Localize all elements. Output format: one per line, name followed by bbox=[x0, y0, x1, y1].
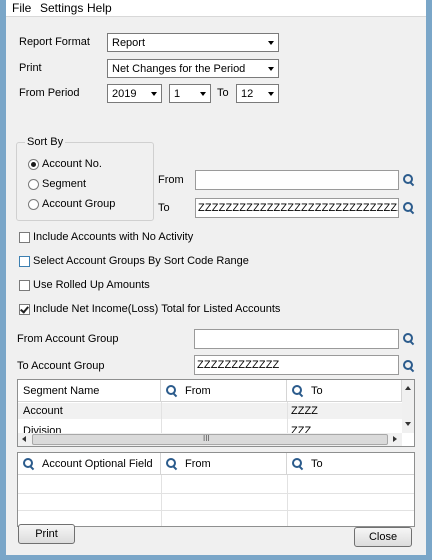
column-header-from[interactable]: From bbox=[161, 453, 287, 475]
dialog-body: Report Format Report Print Net Changes f… bbox=[6, 17, 426, 555]
chevron-down-icon bbox=[200, 92, 206, 96]
column-header-from[interactable]: From bbox=[161, 380, 287, 402]
column-header-segment-name[interactable]: Segment Name bbox=[18, 380, 161, 402]
grid-row-divider bbox=[18, 510, 414, 511]
report-format-select[interactable]: Report bbox=[107, 33, 279, 52]
segment-name-cell: Account bbox=[23, 405, 63, 417]
search-icon bbox=[165, 384, 179, 398]
to-period-select[interactable]: 12 bbox=[236, 84, 279, 103]
report-format-label: Report Format bbox=[19, 36, 90, 48]
menu-file[interactable]: File bbox=[12, 1, 31, 15]
to-period-value: 12 bbox=[241, 88, 254, 100]
to-account-group-label: To Account Group bbox=[17, 360, 105, 372]
report-format-value: Report bbox=[112, 37, 146, 49]
sort-from-input[interactable] bbox=[195, 170, 399, 190]
grid-column-divider bbox=[287, 475, 288, 526]
from-account-group-label: From Account Group bbox=[17, 333, 119, 345]
print-value: Net Changes for the Period bbox=[112, 63, 246, 75]
sort-to-input[interactable]: ZZZZZZZZZZZZZZZZZZZZZZZZZZZZZZZZZZZZZZZZ… bbox=[195, 198, 399, 218]
checkbox-select-by-sort-code-label[interactable]: Select Account Groups By Sort Code Range bbox=[33, 255, 249, 267]
radio-segment[interactable] bbox=[28, 179, 39, 190]
to-account-group-input[interactable]: ZZZZZZZZZZZZ bbox=[194, 355, 399, 375]
column-header-label: To bbox=[311, 385, 323, 397]
column-header-label: To bbox=[311, 458, 323, 470]
radio-segment-label[interactable]: Segment bbox=[42, 178, 86, 190]
radio-selected-dot bbox=[31, 162, 36, 167]
checkbox-include-no-activity-label[interactable]: Include Accounts with No Activity bbox=[33, 231, 193, 243]
year-select[interactable]: 2019 bbox=[107, 84, 162, 103]
segment-to-cell[interactable]: ZZZZ bbox=[291, 405, 318, 417]
column-header-label: Segment Name bbox=[23, 385, 100, 397]
chevron-down-icon bbox=[268, 41, 274, 45]
column-header-label: From bbox=[185, 458, 211, 470]
menu-settings[interactable]: Settings bbox=[40, 1, 83, 15]
grid-column-divider bbox=[287, 402, 288, 434]
column-header-optional-field[interactable]: Account Optional Field bbox=[18, 453, 161, 475]
print-label: Print bbox=[19, 62, 42, 74]
search-icon bbox=[291, 384, 305, 398]
from-period-value: 1 bbox=[174, 88, 181, 100]
search-icon bbox=[291, 457, 305, 471]
print-button[interactable]: Print bbox=[18, 524, 75, 544]
search-icon[interactable] bbox=[402, 201, 416, 215]
optional-field-grid[interactable]: Account Optional Field From To bbox=[17, 452, 415, 527]
checkbox-net-income-label[interactable]: Include Net Income(Loss) Total for Liste… bbox=[33, 303, 280, 315]
close-button[interactable]: Close bbox=[354, 527, 412, 547]
checkbox-rolled-up-label[interactable]: Use Rolled Up Amounts bbox=[33, 279, 150, 291]
grid-column-divider bbox=[161, 402, 162, 434]
chevron-down-icon bbox=[268, 92, 274, 96]
column-header-label: Account Optional Field bbox=[42, 458, 153, 470]
search-icon bbox=[165, 457, 179, 471]
radio-account-group[interactable] bbox=[28, 199, 39, 210]
column-header-to[interactable]: To bbox=[287, 380, 402, 402]
table-row[interactable]: Division ZZZ bbox=[18, 420, 402, 434]
to-account-group-value: ZZZZZZZZZZZZ bbox=[197, 359, 280, 371]
sort-to-value: ZZZZZZZZZZZZZZZZZZZZZZZZZZZZZZZZZZZZZZZZ… bbox=[198, 202, 398, 214]
from-period-select[interactable]: 1 bbox=[169, 84, 211, 103]
checkbox-net-income[interactable] bbox=[19, 304, 30, 315]
sort-from-label: From bbox=[158, 174, 184, 186]
menu-bar: File Settings Help bbox=[6, 0, 426, 17]
close-button-label: Close bbox=[368, 531, 398, 543]
grid-column-divider bbox=[161, 475, 162, 526]
grid-row-divider bbox=[18, 493, 414, 494]
radio-account-no-label[interactable]: Account No. bbox=[42, 158, 102, 170]
window-frame-right bbox=[426, 0, 432, 560]
column-header-label: From bbox=[185, 385, 211, 397]
menu-help[interactable]: Help bbox=[87, 1, 112, 15]
sort-by-title: Sort By bbox=[25, 136, 66, 148]
checkmark-icon bbox=[20, 304, 29, 314]
to-period-label: To bbox=[217, 87, 229, 99]
print-button-label: Print bbox=[35, 528, 58, 540]
horizontal-scrollbar[interactable]: III bbox=[18, 433, 402, 446]
window-frame-bottom bbox=[0, 555, 432, 560]
checkbox-include-no-activity[interactable] bbox=[19, 232, 30, 243]
chevron-down-icon bbox=[151, 92, 157, 96]
radio-account-group-label[interactable]: Account Group bbox=[42, 198, 115, 210]
chevron-down-icon bbox=[268, 67, 274, 71]
checkbox-select-by-sort-code[interactable] bbox=[19, 256, 30, 267]
radio-account-no[interactable] bbox=[28, 159, 39, 170]
from-account-group-input[interactable] bbox=[194, 329, 399, 349]
search-icon[interactable] bbox=[402, 332, 416, 346]
scroll-up-icon[interactable] bbox=[405, 386, 411, 390]
column-header-to[interactable]: To bbox=[287, 453, 414, 475]
search-icon[interactable] bbox=[402, 173, 416, 187]
vertical-scrollbar[interactable] bbox=[402, 380, 414, 433]
scroll-left-icon[interactable] bbox=[22, 436, 26, 442]
from-period-label: From Period bbox=[19, 87, 80, 99]
print-select[interactable]: Net Changes for the Period bbox=[107, 59, 279, 78]
sort-to-label: To bbox=[158, 202, 170, 214]
table-row[interactable]: Account ZZZZ bbox=[18, 403, 402, 419]
scroll-thumb[interactable]: III bbox=[32, 434, 388, 445]
scroll-grip: III bbox=[203, 434, 210, 443]
scroll-down-icon[interactable] bbox=[405, 422, 411, 426]
year-value: 2019 bbox=[112, 88, 137, 100]
checkbox-rolled-up[interactable] bbox=[19, 280, 30, 291]
search-icon[interactable] bbox=[402, 359, 416, 373]
scroll-right-icon[interactable] bbox=[393, 436, 397, 442]
search-icon bbox=[22, 457, 36, 471]
segment-range-grid[interactable]: Segment Name From To Account ZZZZ Divisi… bbox=[17, 379, 415, 447]
